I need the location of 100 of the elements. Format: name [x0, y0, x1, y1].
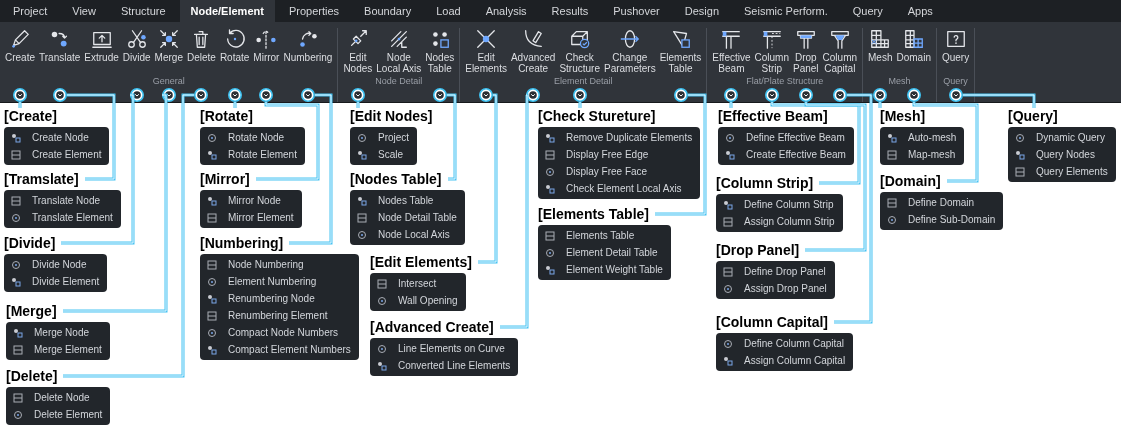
menu-item[interactable]: Rotate Node — [200, 129, 305, 146]
menu-item[interactable]: Define Effective Beam — [718, 129, 854, 146]
tab[interactable]: Node/Element — [179, 0, 275, 22]
menu-item[interactable]: Wall Opening — [370, 292, 466, 309]
menu-item[interactable]: Define Column Strip — [716, 196, 843, 213]
ribbon-button[interactable]: Drop Panel — [791, 28, 821, 74]
menu-item[interactable]: Scale — [350, 146, 418, 163]
menu-item[interactable]: Node Detail Table — [350, 209, 465, 226]
tab[interactable]: Query — [841, 0, 894, 22]
ribbon-button[interactable]: Query — [939, 28, 972, 74]
menu-item[interactable]: Create Element — [4, 146, 110, 163]
menu-item[interactable]: Query Elements — [1008, 163, 1116, 180]
dropdown-marker-icon[interactable] — [526, 88, 541, 102]
dropdown-marker-icon[interactable] — [227, 88, 242, 102]
menu-item[interactable]: Divide Element — [4, 273, 108, 290]
ribbon-button[interactable]: Numbering — [281, 28, 335, 74]
menu-item[interactable]: Query Nodes — [1008, 146, 1116, 163]
menu-item[interactable]: Mirror Element — [200, 209, 302, 226]
menu-item[interactable]: Define Column Capital — [716, 335, 854, 352]
tab[interactable]: Properties — [277, 0, 351, 22]
menu-item[interactable]: Converted Line Elements — [370, 357, 519, 374]
dropdown-marker-icon[interactable] — [432, 88, 447, 102]
ribbon-button[interactable]: Change Parameters — [601, 28, 658, 74]
dropdown-marker-icon[interactable] — [948, 88, 963, 102]
menu-item[interactable]: Delete Node — [6, 389, 111, 406]
tab[interactable]: View — [61, 0, 107, 22]
tab[interactable]: Project — [2, 0, 59, 22]
dropdown-marker-icon[interactable] — [798, 88, 813, 102]
dropdown-marker-icon[interactable] — [300, 88, 315, 102]
ribbon-button[interactable]: Edit Elements — [463, 28, 509, 74]
menu-item[interactable]: Dynamic Query — [1008, 129, 1116, 146]
tab[interactable]: Apps — [896, 0, 944, 22]
ribbon-button[interactable]: Node Local Axis — [374, 28, 424, 74]
menu-item[interactable]: Elements Table — [538, 227, 671, 244]
ribbon-button[interactable]: Effective Beam — [710, 28, 753, 74]
ribbon-button[interactable]: Mesh — [866, 28, 895, 74]
menu-item[interactable]: Auto-mesh — [880, 129, 965, 146]
menu-item[interactable]: Translate Element — [4, 209, 121, 226]
ribbon-button[interactable]: Edit Nodes — [341, 28, 375, 74]
menu-item[interactable]: Assign Column Strip — [716, 213, 843, 230]
ribbon-button[interactable]: Elements Table — [657, 28, 704, 74]
ribbon-button[interactable]: Column Strip — [752, 28, 791, 74]
menu-item[interactable]: Element Detail Table — [538, 244, 671, 261]
dropdown-marker-icon[interactable] — [259, 88, 274, 102]
tab[interactable]: Results — [540, 0, 600, 22]
menu-item[interactable]: Display Free Face — [538, 163, 701, 180]
ribbon-button[interactable]: Mirror — [251, 28, 282, 74]
menu-item[interactable]: Merge Node — [6, 324, 110, 341]
dropdown-marker-icon[interactable] — [194, 88, 209, 102]
ribbon-button[interactable]: Check Structure — [557, 28, 602, 74]
ribbon-button[interactable]: Divide — [120, 28, 153, 74]
menu-item[interactable]: Define Drop Panel — [716, 263, 835, 280]
tab[interactable]: Analysis — [474, 0, 538, 22]
menu-item[interactable]: Check Element Local Axis — [538, 180, 701, 197]
menu-item[interactable]: Node Numbering — [200, 256, 359, 273]
menu-item[interactable]: Map-mesh — [880, 146, 965, 163]
menu-item[interactable]: Define Domain — [880, 194, 1004, 211]
menu-item[interactable]: Rotate Element — [200, 146, 305, 163]
tab[interactable]: Design — [673, 0, 730, 22]
dropdown-marker-icon[interactable] — [52, 88, 67, 102]
menu-item[interactable]: Create Effective Beam — [718, 146, 854, 163]
menu-item[interactable]: Renumbering Element — [200, 307, 359, 324]
dropdown-marker-icon[interactable] — [673, 88, 688, 102]
dropdown-marker-icon[interactable] — [873, 88, 888, 102]
menu-item[interactable]: Assign Column Capital — [716, 352, 854, 369]
menu-item[interactable]: Define Sub-Domain — [880, 211, 1004, 228]
ribbon-button[interactable]: Column Capital — [820, 28, 860, 74]
menu-item[interactable]: Node Local Axis — [350, 226, 465, 243]
menu-item[interactable]: Intersect — [370, 275, 466, 292]
dropdown-marker-icon[interactable] — [832, 88, 847, 102]
menu-item[interactable]: Line Elements on Curve — [370, 340, 519, 357]
ribbon-button[interactable]: Create — [3, 28, 37, 74]
ribbon-button[interactable]: Merge — [152, 28, 185, 74]
menu-item[interactable]: Element Numbering — [200, 273, 359, 290]
ribbon-button[interactable]: Delete — [184, 28, 218, 74]
dropdown-marker-icon[interactable] — [572, 88, 587, 102]
ribbon-button[interactable]: Rotate — [217, 28, 252, 74]
dropdown-marker-icon[interactable] — [764, 88, 779, 102]
menu-item[interactable]: Remove Duplicate Elements — [538, 129, 701, 146]
menu-item[interactable]: Translate Node — [4, 192, 121, 209]
dropdown-marker-icon[interactable] — [350, 88, 365, 102]
ribbon-button[interactable]: Domain — [894, 28, 933, 74]
menu-item[interactable]: Compact Element Numbers — [200, 341, 359, 358]
tab[interactable]: Pushover — [602, 0, 671, 22]
dropdown-marker-icon[interactable] — [724, 88, 739, 102]
menu-item[interactable]: Nodes Table — [350, 192, 465, 209]
menu-item[interactable]: Merge Element — [6, 341, 110, 358]
menu-item[interactable]: Mirror Node — [200, 192, 302, 209]
dropdown-marker-icon[interactable] — [906, 88, 921, 102]
menu-item[interactable]: Divide Node — [4, 256, 108, 273]
dropdown-marker-icon[interactable] — [13, 88, 27, 102]
menu-item[interactable]: Display Free Edge — [538, 146, 701, 163]
tab[interactable]: Boundary — [353, 0, 423, 22]
ribbon-button[interactable]: Extrude — [82, 28, 121, 74]
menu-item[interactable]: Create Node — [4, 129, 110, 146]
ribbon-button[interactable]: Advanced Create — [508, 28, 558, 74]
tab[interactable]: Structure — [109, 0, 177, 22]
tab[interactable]: Seismic Perform. — [733, 0, 839, 22]
menu-item[interactable]: Project — [350, 129, 418, 146]
ribbon-button[interactable]: Translate — [37, 28, 83, 74]
